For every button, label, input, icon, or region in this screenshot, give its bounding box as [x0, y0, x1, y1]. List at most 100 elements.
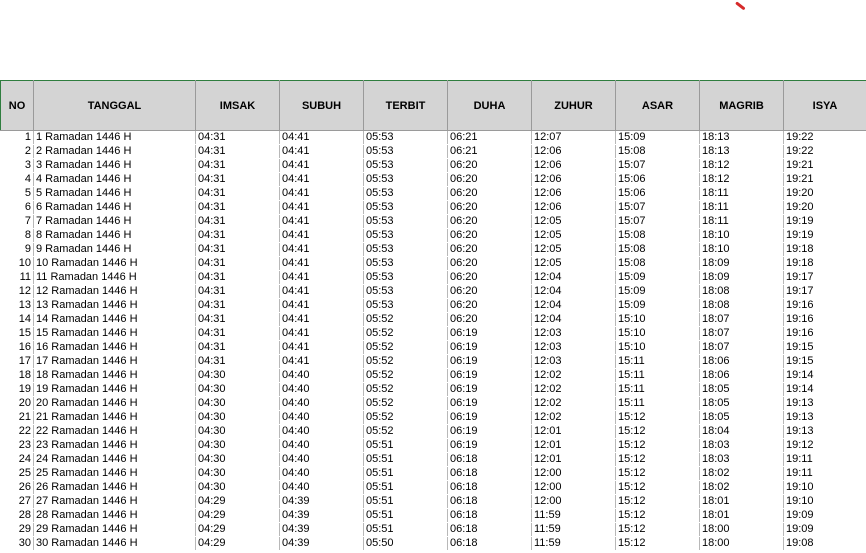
cell-no[interactable]: 21 [0, 410, 34, 425]
cell-terbit[interactable]: 05:52 [363, 312, 448, 327]
cell-isya[interactable]: 19:13 [783, 396, 866, 411]
cell-no[interactable]: 24 [0, 452, 34, 467]
cell-duha[interactable]: 06:20 [447, 158, 532, 173]
cell-zuhur[interactable]: 12:06 [531, 158, 616, 173]
cell-zuhur[interactable]: 12:05 [531, 256, 616, 271]
cell-duha[interactable]: 06:19 [447, 382, 532, 397]
cell-tanggal[interactable]: 29 Ramadan 1446 H [33, 522, 196, 537]
cell-isya[interactable]: 19:21 [783, 172, 866, 187]
cell-terbit[interactable]: 05:53 [363, 256, 448, 271]
cell-duha[interactable]: 06:20 [447, 200, 532, 215]
cell-zuhur[interactable]: 12:06 [531, 144, 616, 159]
cell-imsak[interactable]: 04:31 [195, 158, 280, 173]
cell-isya[interactable]: 19:09 [783, 522, 866, 537]
header-cell-zuhur[interactable]: ZUHUR [531, 80, 616, 131]
cell-duha[interactable]: 06:18 [447, 480, 532, 495]
cell-magrib[interactable]: 18:10 [699, 242, 784, 257]
cell-no[interactable]: 18 [0, 368, 34, 383]
cell-imsak[interactable]: 04:30 [195, 424, 280, 439]
cell-terbit[interactable]: 05:53 [363, 228, 448, 243]
cell-no[interactable]: 1 [0, 130, 34, 145]
cell-terbit[interactable]: 05:52 [363, 326, 448, 341]
cell-subuh[interactable]: 04:41 [279, 228, 364, 243]
cell-duha[interactable]: 06:20 [447, 242, 532, 257]
cell-magrib[interactable]: 18:03 [699, 438, 784, 453]
cell-asar[interactable]: 15:09 [615, 270, 700, 285]
cell-isya[interactable]: 19:16 [783, 298, 866, 313]
cell-asar[interactable]: 15:12 [615, 452, 700, 467]
cell-imsak[interactable]: 04:31 [195, 186, 280, 201]
cell-subuh[interactable]: 04:40 [279, 368, 364, 383]
cell-asar[interactable]: 15:10 [615, 326, 700, 341]
cell-magrib[interactable]: 18:07 [699, 326, 784, 341]
cell-tanggal[interactable]: 16 Ramadan 1446 H [33, 340, 196, 355]
header-cell-imsak[interactable]: IMSAK [195, 80, 280, 131]
cell-no[interactable]: 5 [0, 186, 34, 201]
cell-terbit[interactable]: 05:51 [363, 452, 448, 467]
cell-asar[interactable]: 15:12 [615, 410, 700, 425]
cell-terbit[interactable]: 05:53 [363, 214, 448, 229]
cell-magrib[interactable]: 18:07 [699, 312, 784, 327]
cell-imsak[interactable]: 04:30 [195, 396, 280, 411]
cell-asar[interactable]: 15:07 [615, 214, 700, 229]
cell-imsak[interactable]: 04:29 [195, 508, 280, 523]
header-cell-tanggal[interactable]: TANGGAL [33, 80, 196, 131]
cell-asar[interactable]: 15:11 [615, 368, 700, 383]
cell-duha[interactable]: 06:20 [447, 214, 532, 229]
cell-isya[interactable]: 19:20 [783, 200, 866, 215]
cell-asar[interactable]: 15:11 [615, 382, 700, 397]
cell-tanggal[interactable]: 6 Ramadan 1446 H [33, 200, 196, 215]
cell-subuh[interactable]: 04:41 [279, 298, 364, 313]
cell-magrib[interactable]: 18:12 [699, 158, 784, 173]
cell-zuhur[interactable]: 12:04 [531, 312, 616, 327]
cell-no[interactable]: 22 [0, 424, 34, 439]
cell-imsak[interactable]: 04:31 [195, 228, 280, 243]
cell-duha[interactable]: 06:19 [447, 410, 532, 425]
cell-tanggal[interactable]: 13 Ramadan 1446 H [33, 298, 196, 313]
cell-asar[interactable]: 15:08 [615, 228, 700, 243]
cell-duha[interactable]: 06:20 [447, 298, 532, 313]
cell-duha[interactable]: 06:19 [447, 326, 532, 341]
cell-no[interactable]: 12 [0, 284, 34, 299]
cell-no[interactable]: 30 [0, 536, 34, 551]
cell-asar[interactable]: 15:12 [615, 424, 700, 439]
cell-subuh[interactable]: 04:41 [279, 172, 364, 187]
cell-imsak[interactable]: 04:29 [195, 494, 280, 509]
cell-subuh[interactable]: 04:41 [279, 354, 364, 369]
cell-duha[interactable]: 06:20 [447, 256, 532, 271]
cell-terbit[interactable]: 05:53 [363, 158, 448, 173]
cell-duha[interactable]: 06:20 [447, 172, 532, 187]
cell-isya[interactable]: 19:17 [783, 284, 866, 299]
header-cell-duha[interactable]: DUHA [447, 80, 532, 131]
cell-isya[interactable]: 19:09 [783, 508, 866, 523]
cell-magrib[interactable]: 18:00 [699, 536, 784, 551]
cell-tanggal[interactable]: 9 Ramadan 1446 H [33, 242, 196, 257]
cell-duha[interactable]: 06:18 [447, 508, 532, 523]
cell-tanggal[interactable]: 30 Ramadan 1446 H [33, 536, 196, 551]
cell-zuhur[interactable]: 12:00 [531, 494, 616, 509]
cell-magrib[interactable]: 18:11 [699, 200, 784, 215]
cell-zuhur[interactable]: 12:05 [531, 214, 616, 229]
cell-no[interactable]: 6 [0, 200, 34, 215]
cell-subuh[interactable]: 04:39 [279, 522, 364, 537]
cell-magrib[interactable]: 18:01 [699, 508, 784, 523]
cell-terbit[interactable]: 05:51 [363, 438, 448, 453]
cell-terbit[interactable]: 05:53 [363, 284, 448, 299]
cell-tanggal[interactable]: 25 Ramadan 1446 H [33, 466, 196, 481]
cell-imsak[interactable]: 04:30 [195, 466, 280, 481]
cell-terbit[interactable]: 05:51 [363, 508, 448, 523]
header-cell-asar[interactable]: ASAR [615, 80, 700, 131]
cell-asar[interactable]: 15:06 [615, 172, 700, 187]
cell-no[interactable]: 23 [0, 438, 34, 453]
cell-imsak[interactable]: 04:31 [195, 214, 280, 229]
cell-isya[interactable]: 19:19 [783, 214, 866, 229]
cell-subuh[interactable]: 04:40 [279, 382, 364, 397]
cell-no[interactable]: 19 [0, 382, 34, 397]
cell-no[interactable]: 7 [0, 214, 34, 229]
cell-imsak[interactable]: 04:31 [195, 256, 280, 271]
cell-terbit[interactable]: 05:53 [363, 270, 448, 285]
cell-tanggal[interactable]: 21 Ramadan 1446 H [33, 410, 196, 425]
cell-imsak[interactable]: 04:31 [195, 326, 280, 341]
cell-asar[interactable]: 15:10 [615, 340, 700, 355]
cell-subuh[interactable]: 04:40 [279, 410, 364, 425]
